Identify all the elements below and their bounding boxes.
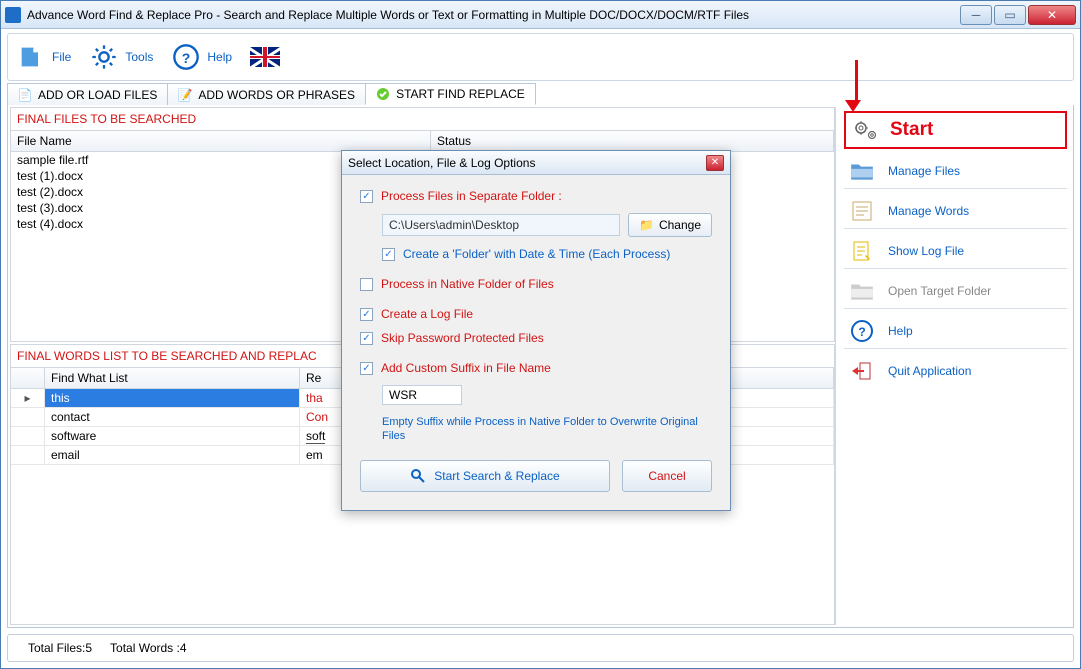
folder-icon: 📁 [639, 218, 654, 232]
row-pointer-icon: ▸ [24, 391, 30, 405]
sidebar-quit[interactable]: Quit Application [844, 353, 1067, 389]
checkbox-icon [382, 248, 395, 261]
uk-flag-icon [250, 47, 280, 67]
total-files-label: Total Files:5 [28, 641, 92, 655]
options-dialog: Select Location, File & Log Options ✕ Pr… [341, 150, 731, 511]
dialog-titlebar[interactable]: Select Location, File & Log Options ✕ [342, 151, 730, 175]
checkbox-icon [360, 190, 373, 203]
menu-tools[interactable]: Tools [89, 42, 153, 72]
svg-text:?: ? [858, 325, 865, 339]
app-icon [5, 7, 21, 23]
checkbox-icon [360, 308, 373, 321]
checkbox-add-suffix[interactable]: Add Custom Suffix in File Name [360, 361, 712, 375]
change-button[interactable]: 📁 Change [628, 213, 712, 237]
language-flag[interactable] [250, 47, 280, 67]
sidebar-help[interactable]: ? Help [844, 313, 1067, 349]
cancel-button[interactable]: Cancel [622, 460, 712, 492]
suffix-hint: Empty Suffix while Process in Native Fol… [382, 415, 712, 444]
menu-file[interactable]: File [16, 42, 71, 72]
suffix-input[interactable]: WSR [382, 385, 462, 405]
maximize-button[interactable]: ▭ [994, 5, 1026, 25]
col-filename[interactable]: File Name [11, 131, 431, 151]
checkbox-skip-password[interactable]: Skip Password Protected Files [360, 331, 712, 345]
minimize-button[interactable]: ─ [960, 5, 992, 25]
sidebar-manage-words[interactable]: Manage Words [844, 193, 1067, 229]
log-icon [848, 237, 876, 265]
exit-icon [848, 357, 876, 385]
checkbox-process-separate[interactable]: Process Files in Separate Folder : [360, 189, 712, 203]
files-panel-title: FINAL FILES TO BE SEARCHED [11, 108, 834, 131]
checkbox-create-log[interactable]: Create a Log File [360, 307, 712, 321]
menu-help[interactable]: ? Help [171, 42, 232, 72]
total-words-label: Total Words :4 [110, 641, 186, 655]
close-button[interactable]: ✕ [1028, 5, 1076, 25]
gears-icon [852, 118, 880, 142]
checkbox-icon [360, 278, 373, 291]
file-icon [16, 42, 46, 72]
col-find[interactable]: Find What List [45, 368, 300, 388]
checkbox-icon [360, 362, 373, 375]
files-table-header: File Name Status [11, 131, 834, 152]
tab-add-words[interactable]: 📝 ADD WORDS OR PHRASES [167, 83, 366, 105]
path-input[interactable]: C:\Users\admin\Desktop [382, 214, 620, 236]
checkbox-icon [360, 332, 373, 345]
start-search-replace-button[interactable]: Start Search & Replace [360, 460, 610, 492]
sidebar: Start Manage Files Manage Words Show Log… [835, 107, 1071, 625]
row-selector-header [11, 368, 45, 388]
add-words-icon: 📝 [178, 88, 192, 102]
checkbox-create-folder[interactable]: Create a 'Folder' with Date & Time (Each… [382, 247, 712, 261]
sidebar-manage-files[interactable]: Manage Files [844, 153, 1067, 189]
status-bar: Total Files:5 Total Words :4 [7, 634, 1074, 662]
tab-start-find-replace[interactable]: START FIND REPLACE [365, 83, 536, 105]
window-title: Advance Word Find & Replace Pro - Search… [27, 8, 960, 22]
gear-icon [89, 42, 119, 72]
tab-add-files[interactable]: 📄 ADD OR LOAD FILES [7, 83, 168, 105]
menubar: File Tools ? Help [7, 33, 1074, 81]
sidebar-open-target[interactable]: Open Target Folder [844, 273, 1067, 309]
check-icon [376, 87, 390, 101]
dialog-close-button[interactable]: ✕ [706, 155, 724, 171]
help-icon: ? [171, 42, 201, 72]
folder-icon [848, 157, 876, 185]
svg-text:?: ? [182, 50, 191, 66]
col-status[interactable]: Status [431, 131, 834, 151]
titlebar: Advance Word Find & Replace Pro - Search… [1, 1, 1080, 29]
search-icon [410, 468, 426, 484]
help-icon: ? [848, 317, 876, 345]
sidebar-show-log[interactable]: Show Log File [844, 233, 1067, 269]
start-button[interactable]: Start [844, 111, 1067, 149]
tab-bar: 📄 ADD OR LOAD FILES 📝 ADD WORDS OR PHRAS… [1, 83, 1080, 105]
words-icon [848, 197, 876, 225]
add-file-icon: 📄 [18, 88, 32, 102]
checkbox-process-native[interactable]: Process in Native Folder of Files [360, 277, 712, 291]
target-folder-icon [848, 277, 876, 305]
